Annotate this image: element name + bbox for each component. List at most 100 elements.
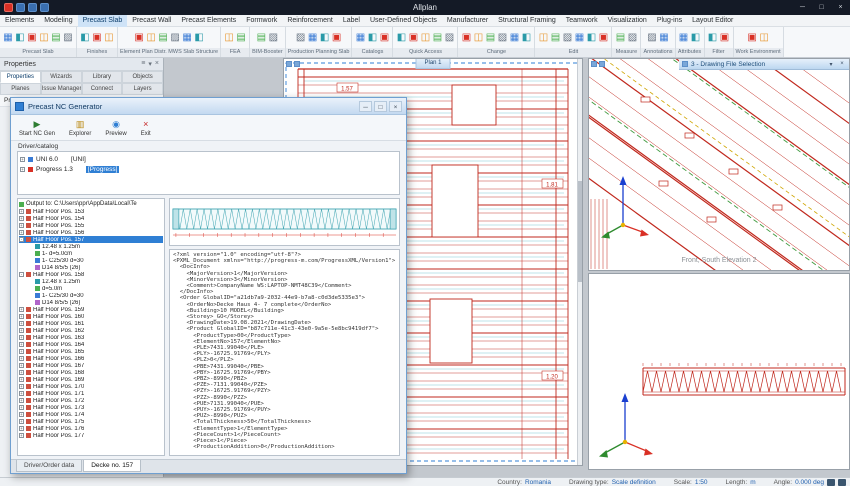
tree-item-half-floor-pos-168[interactable]: +Half Floor Pos. 168 bbox=[19, 369, 163, 376]
menu-item-precast-slab[interactable]: Precast Slab bbox=[78, 15, 128, 27]
expander-icon[interactable]: + bbox=[19, 209, 24, 214]
close-icon[interactable]: × bbox=[155, 60, 159, 68]
menu-item-precast-elements[interactable]: Precast Elements bbox=[176, 15, 241, 27]
expander-icon[interactable]: + bbox=[19, 230, 24, 235]
ribbon-tool-icon[interactable]: ▦ bbox=[354, 28, 366, 48]
expander-icon[interactable]: + bbox=[19, 419, 24, 424]
tree-item-half-floor-pos-170[interactable]: +Half Floor Pos. 170 bbox=[19, 383, 163, 390]
ribbon-tool-icon[interactable]: ▨ bbox=[62, 28, 74, 48]
expander-icon[interactable]: + bbox=[20, 167, 25, 172]
ribbon-tool-icon[interactable]: ▦ bbox=[508, 28, 520, 48]
ribbon-tool-icon[interactable]: ▤ bbox=[235, 28, 247, 48]
expander-icon[interactable]: + bbox=[19, 356, 24, 361]
expander-icon[interactable]: + bbox=[19, 377, 24, 382]
palette-tab-wizards[interactable]: Wizards bbox=[41, 71, 82, 83]
pxml-output-panel[interactable]: <?xml version="1.0" encoding="utf-8"?> <… bbox=[169, 249, 400, 456]
menu-item-formwork[interactable]: Formwork bbox=[241, 15, 282, 27]
expander-icon[interactable]: + bbox=[19, 216, 24, 221]
elevation-viewport[interactable] bbox=[588, 273, 850, 470]
ribbon-tool-icon[interactable]: ◧ bbox=[585, 28, 597, 48]
ribbon-tool-icon[interactable]: ▣ bbox=[26, 28, 38, 48]
expander-icon[interactable]: + bbox=[19, 398, 24, 403]
menu-item-user-defined-objects[interactable]: User-Defined Objects bbox=[365, 15, 442, 27]
ribbon-tool-icon[interactable]: ▤ bbox=[255, 28, 267, 48]
menu-icon[interactable]: ≡ bbox=[141, 60, 145, 68]
ribbon-tool-icon[interactable]: ◫ bbox=[758, 28, 770, 48]
maximize-icon[interactable]: □ bbox=[812, 0, 831, 15]
expander-icon[interactable]: + bbox=[19, 405, 24, 410]
ribbon-tool-icon[interactable]: ◧ bbox=[14, 28, 26, 48]
viewport-icon[interactable] bbox=[591, 61, 597, 67]
tree-item-half-floor-pos-155[interactable]: +Half Floor Pos. 155 bbox=[19, 222, 163, 229]
ribbon-tool-icon[interactable]: ▨ bbox=[561, 28, 573, 48]
ribbon-tool-icon[interactable]: ◫ bbox=[145, 28, 157, 48]
tree-subitem-d14-8-5-5-26[interactable]: D14 8/5/5 (26) bbox=[19, 264, 163, 271]
expander-icon[interactable]: + bbox=[19, 321, 24, 326]
preview-button[interactable]: ◉Preview bbox=[105, 119, 126, 137]
ribbon-tool-icon[interactable]: ▤ bbox=[50, 28, 62, 48]
palette-tab-properties[interactable]: Properties bbox=[0, 71, 41, 83]
ribbon-tool-icon[interactable]: ▤ bbox=[614, 28, 626, 48]
tree-item-half-floor-pos-154[interactable]: +Half Floor Pos. 154 bbox=[19, 215, 163, 222]
menu-item-modeling[interactable]: Modeling bbox=[39, 15, 77, 27]
menu-item-elements[interactable]: Elements bbox=[0, 15, 39, 27]
redo-icon[interactable] bbox=[40, 3, 49, 12]
expander-icon[interactable]: + bbox=[19, 335, 24, 340]
expander-icon[interactable]: + bbox=[20, 157, 25, 162]
close-icon[interactable]: × bbox=[838, 61, 846, 67]
tree-subitem-12-48-x-1-25m[interactable]: 12.48 x 1.25m bbox=[19, 278, 163, 285]
tree-item-half-floor-pos-156[interactable]: +Half Floor Pos. 156 bbox=[19, 229, 163, 236]
viewport-icon[interactable] bbox=[294, 61, 300, 67]
tree-item-half-floor-pos-176[interactable]: +Half Floor Pos. 176 bbox=[19, 425, 163, 432]
ribbon-tool-icon[interactable]: ▨ bbox=[267, 28, 279, 48]
tree-item-half-floor-pos-164[interactable]: +Half Floor Pos. 164 bbox=[19, 341, 163, 348]
driver-row-progress-1-3[interactable]: +Progress 1.3[Progress] bbox=[20, 164, 397, 174]
perspective-viewport[interactable]: 3 - Drawing File Selection ▾ × Front, So… bbox=[588, 58, 850, 271]
tree-item-half-floor-pos-171[interactable]: +Half Floor Pos. 171 bbox=[19, 390, 163, 397]
tree-item-half-floor-pos-159[interactable]: +Half Floor Pos. 159 bbox=[19, 306, 163, 313]
tree-subitem-1-c25-30-d-30[interactable]: 1- C25/30 d=30 bbox=[19, 292, 163, 299]
menu-item-manufacturer[interactable]: Manufacturer bbox=[442, 15, 493, 27]
ribbon-tool-icon[interactable]: ▤ bbox=[549, 28, 561, 48]
ribbon-tool-icon[interactable]: ▨ bbox=[169, 28, 181, 48]
menu-item-visualization[interactable]: Visualization bbox=[603, 15, 652, 27]
ribbon-tool-icon[interactable]: ▦ bbox=[307, 28, 319, 48]
minimize-icon[interactable]: ─ bbox=[359, 101, 372, 112]
palette-tab-layers[interactable]: Layers bbox=[122, 83, 163, 95]
output-tree[interactable]: Output to: C:\Users\ppr\AppData\Local\Te… bbox=[17, 198, 165, 456]
ribbon-tool-icon[interactable]: ▤ bbox=[484, 28, 496, 48]
expander-icon[interactable]: + bbox=[19, 328, 24, 333]
ribbon-tool-icon[interactable]: ◧ bbox=[520, 28, 532, 48]
ribbon-tool-icon[interactable]: ▨ bbox=[646, 28, 658, 48]
tree-item-half-floor-pos-172[interactable]: +Half Floor Pos. 172 bbox=[19, 397, 163, 404]
ribbon-tool-icon[interactable]: ▨ bbox=[443, 28, 455, 48]
expander-icon[interactable]: + bbox=[19, 384, 24, 389]
ribbon-tool-icon[interactable]: ▨ bbox=[496, 28, 508, 48]
expander-icon[interactable]: + bbox=[19, 314, 24, 319]
palette-tab-issue-manager[interactable]: Issue Manager bbox=[41, 83, 82, 95]
ribbon-tool-icon[interactable]: ▣ bbox=[460, 28, 472, 48]
ribbon-tool-icon[interactable]: ◫ bbox=[472, 28, 484, 48]
tree-subitem-d14-8-5-5-26[interactable]: D14 8/5/5 (26) bbox=[19, 299, 163, 306]
status-icon[interactable] bbox=[827, 479, 835, 486]
expander-icon[interactable]: + bbox=[19, 391, 24, 396]
palette-tab-planes[interactable]: Planes bbox=[0, 83, 41, 95]
expander-icon[interactable]: + bbox=[19, 433, 24, 438]
expander-icon[interactable]: + bbox=[19, 370, 24, 375]
ribbon-tool-icon[interactable]: ◫ bbox=[537, 28, 549, 48]
expander-icon[interactable]: + bbox=[19, 363, 24, 368]
ribbon-tool-icon[interactable]: ▣ bbox=[597, 28, 609, 48]
tree-item-half-floor-pos-165[interactable]: +Half Floor Pos. 165 bbox=[19, 348, 163, 355]
expander-icon[interactable]: + bbox=[19, 412, 24, 417]
save-icon[interactable] bbox=[16, 3, 25, 12]
undo-icon[interactable] bbox=[28, 3, 37, 12]
menu-item-precast-wall[interactable]: Precast Wall bbox=[127, 15, 176, 27]
ribbon-tool-icon[interactable]: ▨ bbox=[295, 28, 307, 48]
ribbon-tool-icon[interactable]: ▦ bbox=[658, 28, 670, 48]
tree-subitem-1-d-5-0cm[interactable]: 1- d=5.0cm bbox=[19, 250, 163, 257]
ribbon-tool-icon[interactable]: ◫ bbox=[419, 28, 431, 48]
menu-item-plug-ins[interactable]: Plug-ins bbox=[652, 15, 687, 27]
close-icon[interactable]: × bbox=[831, 0, 850, 15]
tree-item-half-floor-pos-177[interactable]: +Half Floor Pos. 177 bbox=[19, 432, 163, 439]
ribbon-tool-icon[interactable]: ▣ bbox=[378, 28, 390, 48]
